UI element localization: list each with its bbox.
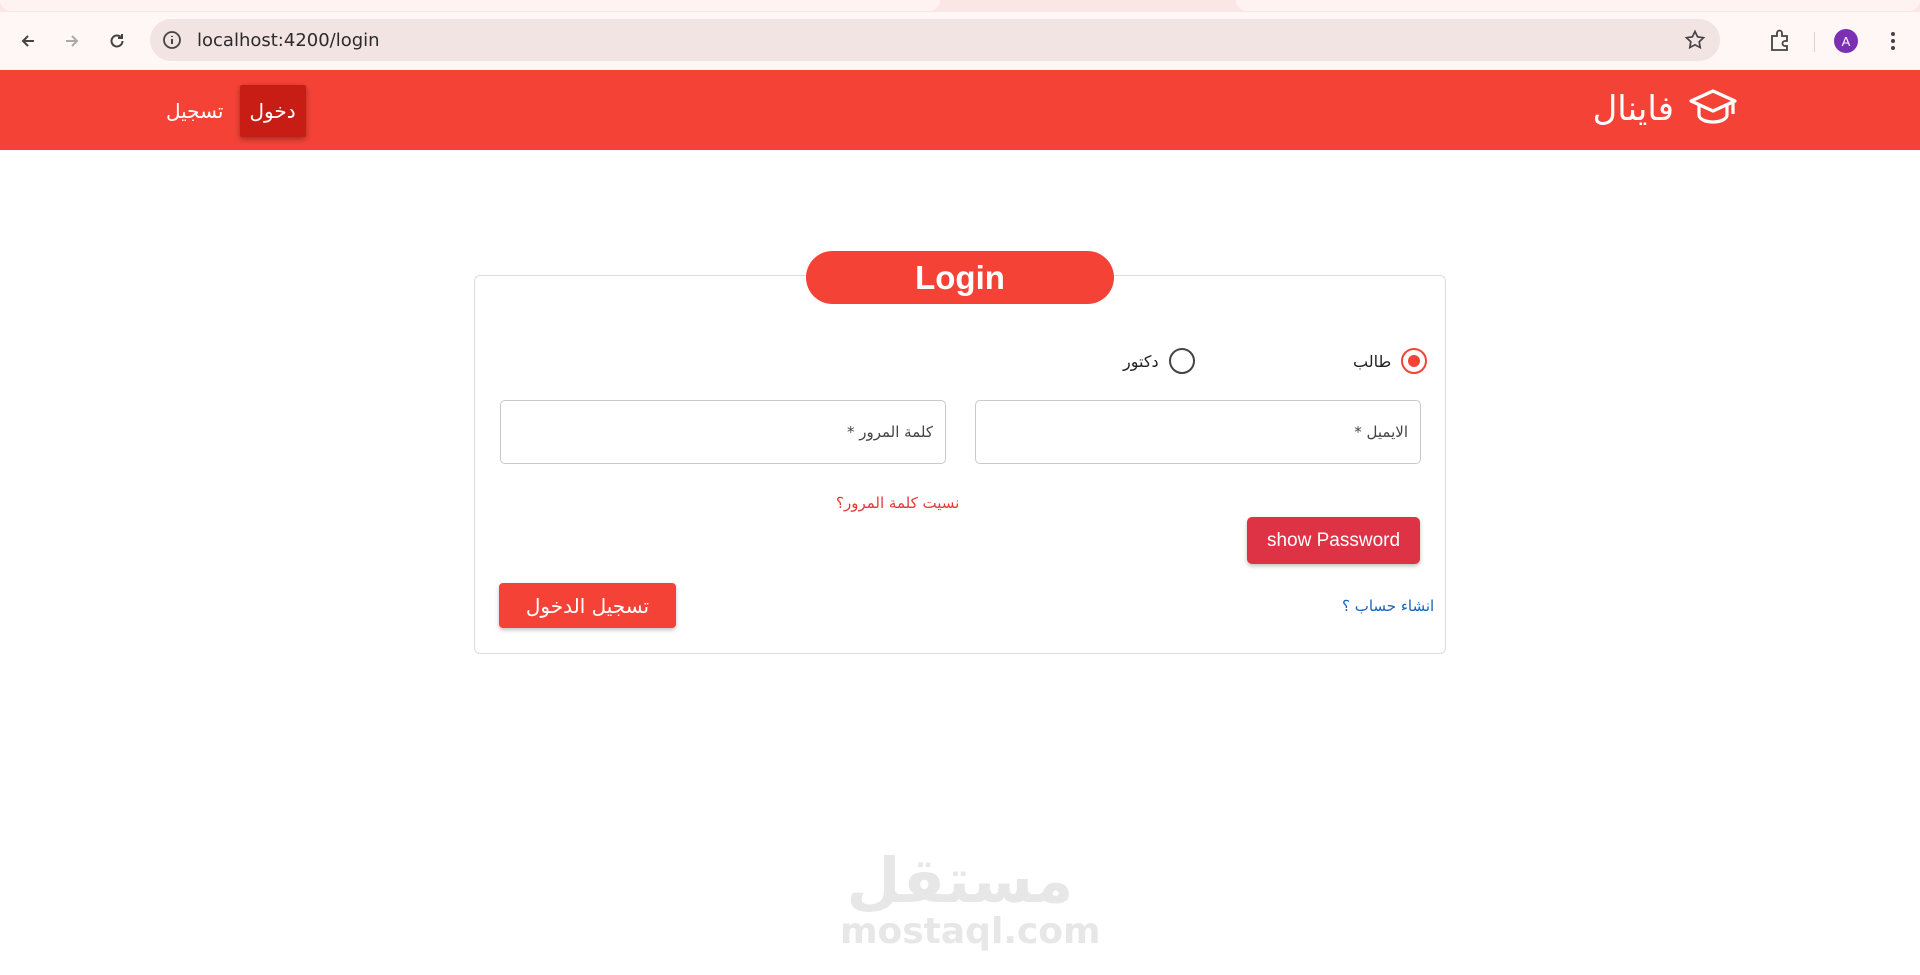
browser-tab[interactable] [1236, 0, 1920, 11]
show-password-button[interactable]: show Password [1247, 517, 1420, 564]
forward-button[interactable] [56, 25, 88, 57]
radio-student[interactable] [1401, 348, 1428, 374]
brand[interactable]: فاينال [1593, 84, 1738, 134]
graduation-cap-icon [1688, 86, 1738, 133]
radio-doctor-label[interactable]: دكتور [1123, 352, 1159, 371]
browser-tab[interactable] [0, 0, 940, 11]
url-text[interactable]: localhost:4200/login [197, 30, 380, 51]
browser-tab-strip [0, 0, 1920, 12]
browser-toolbar: localhost:4200/login A [0, 12, 1920, 70]
email-field[interactable]: الايميل * [975, 400, 1421, 464]
app-header: فاينال تسجيل دخول [0, 70, 1920, 150]
watermark-latin: mostaql.com [840, 911, 1101, 952]
radio-doctor[interactable] [1168, 348, 1195, 374]
login-title: Login [806, 251, 1114, 304]
address-bar[interactable]: localhost:4200/login [150, 19, 1720, 61]
watermark-arabic: مستقل [846, 844, 1074, 917]
extensions-icon[interactable] [1766, 27, 1794, 55]
bookmark-star-icon[interactable] [1684, 29, 1706, 51]
arrow-right-icon [66, 35, 79, 47]
toolbar-divider [1814, 32, 1815, 52]
radio-student-label[interactable]: طالب [1353, 352, 1391, 371]
profile-avatar[interactable]: A [1834, 29, 1858, 53]
forgot-password-link[interactable]: نسيت كلمة المرور؟ [836, 494, 959, 512]
back-button[interactable] [12, 25, 44, 57]
email-input[interactable] [976, 401, 1420, 463]
role-option-student[interactable]: طالب [1353, 348, 1428, 374]
reload-icon [110, 34, 124, 48]
password-field[interactable]: كلمة المرور * [500, 400, 946, 464]
more-menu-icon[interactable] [1880, 28, 1906, 54]
brand-name: فاينال [1592, 89, 1674, 129]
reload-button[interactable] [101, 25, 133, 57]
arrow-left-icon [21, 35, 34, 47]
nav-login[interactable]: دخول [239, 85, 306, 137]
main-nav: تسجيل دخول [156, 85, 306, 137]
info-icon[interactable] [162, 30, 182, 50]
nav-register[interactable]: تسجيل [156, 85, 234, 137]
role-option-doctor[interactable]: دكتور [1123, 348, 1195, 374]
watermark: مستقل mostaql.com [840, 844, 1101, 952]
password-input[interactable] [501, 401, 945, 463]
create-account-link[interactable]: انشاء حساب ؟ [1342, 597, 1434, 615]
login-submit-button[interactable]: تسجيل الدخول [499, 583, 676, 628]
